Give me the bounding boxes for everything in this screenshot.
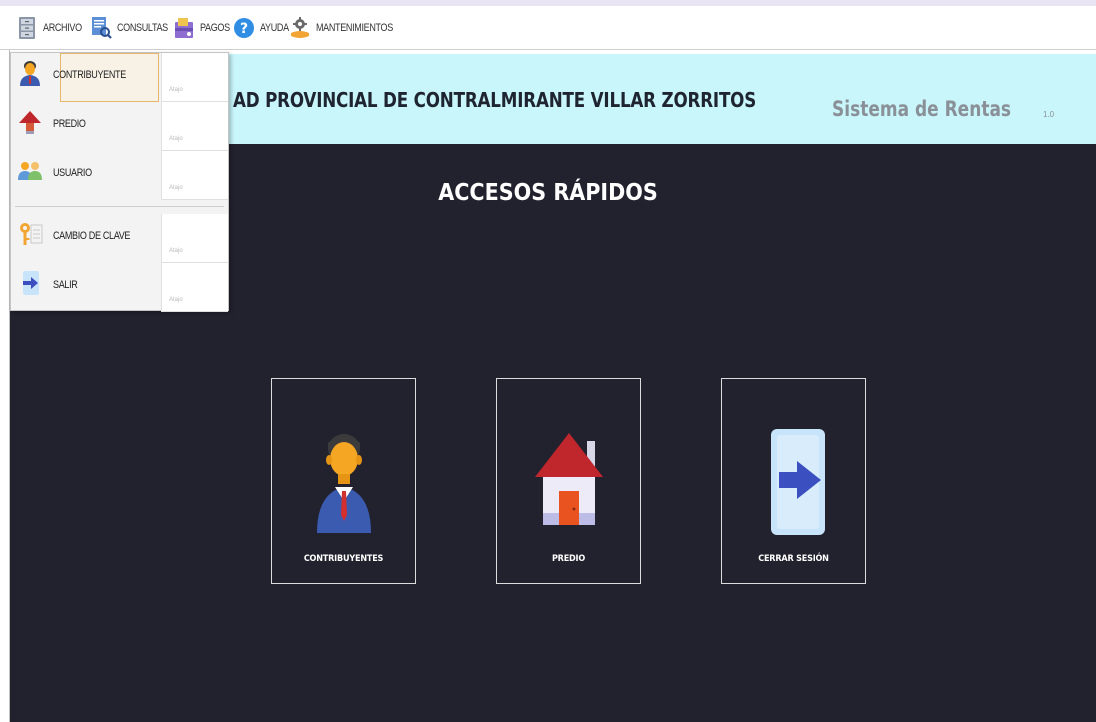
- dropdown-item-predio[interactable]: PREDIO Atajo: [11, 102, 228, 151]
- menu-archivo[interactable]: ARCHIVO: [16, 16, 90, 40]
- menu-archivo-label: ARCHIVO: [43, 21, 82, 34]
- menu-consultas[interactable]: CONSULTAS: [90, 16, 179, 40]
- exit-arrow-icon: [23, 271, 39, 295]
- svg-text:?: ?: [240, 21, 248, 37]
- institution-title: AD PROVINCIAL DE CONTRALMIRANTE VILLAR Z…: [233, 88, 757, 112]
- archivo-dropdown-menu: CONTRIBUYENTE Atajo PREDIO Atajo USUARIO…: [10, 52, 229, 312]
- menu-consultas-label: CONSULTAS: [117, 21, 169, 34]
- tile-cerrar-sesion-label: CERRAR SESIÓN: [758, 554, 829, 564]
- menu-ayuda-label: AYUDA: [259, 21, 289, 34]
- menubar: ARCHIVO CONSULTAS PAGOS ? AYUDA MANTENIM…: [0, 6, 1096, 50]
- system-name: Sistema de Rentas: [832, 97, 1012, 121]
- tile-predio[interactable]: PREDIO: [496, 378, 641, 584]
- tile-cerrar-sesion[interactable]: CERRAR SESIÓN: [721, 378, 866, 584]
- dropdown-item-salir[interactable]: SALIR Atajo: [11, 263, 228, 312]
- menu-pagos[interactable]: PAGOS: [173, 16, 236, 40]
- shortcut-hint: Atajo: [169, 297, 183, 303]
- shortcut-hint: Atajo: [169, 136, 183, 142]
- document-search-icon: [92, 16, 113, 39]
- shortcut-cell: [161, 53, 228, 102]
- help-icon: ?: [233, 17, 254, 38]
- house-up-icon: [19, 111, 41, 134]
- key-icon: [20, 223, 43, 245]
- dropdown-item-cambio-de-clave[interactable]: CAMBIO DE CLAVE Atajo: [11, 214, 228, 263]
- menu-mantenimientos[interactable]: MANTENIMIENTOS: [289, 16, 410, 40]
- shortcut-cell: [161, 214, 228, 263]
- system-version: 1.0: [1043, 110, 1055, 119]
- dropdown-item-label: CONTRIBUYENTE: [53, 69, 126, 81]
- shortcut-hint: Atajo: [169, 185, 183, 191]
- dropdown-item-usuario[interactable]: USUARIO Atajo: [11, 151, 228, 200]
- menu-ayuda[interactable]: ? AYUDA: [233, 16, 295, 40]
- person-icon: [20, 61, 40, 86]
- menu-mantenimientos-label: MANTENIMIENTOS: [315, 21, 393, 34]
- dropdown-item-label: USUARIO: [53, 167, 92, 179]
- shortcut-cell: [161, 102, 228, 151]
- menu-separator: [15, 206, 224, 207]
- payments-icon: [175, 17, 194, 38]
- menu-pagos-label: PAGOS: [200, 21, 231, 34]
- shortcut-cell: [161, 263, 228, 312]
- shortcut-cell: [161, 151, 228, 200]
- tile-contribuyentes[interactable]: CONTRIBUYENTES: [271, 378, 416, 584]
- logout-door-icon: [770, 429, 825, 535]
- users-icon: [18, 162, 42, 180]
- maintenance-gear-icon: [290, 16, 309, 38]
- archive-cabinet-icon: [19, 16, 35, 39]
- contributor-person-icon: [316, 434, 371, 533]
- window-left-edge: [0, 50, 10, 722]
- dropdown-item-label: PREDIO: [53, 118, 86, 130]
- dropdown-item-contribuyente[interactable]: CONTRIBUYENTE Atajo: [11, 53, 228, 102]
- shortcut-hint: Atajo: [169, 87, 183, 93]
- tile-contribuyentes-label: CONTRIBUYENTES: [303, 554, 384, 564]
- shortcut-hint: Atajo: [169, 248, 183, 254]
- house-icon: [534, 433, 603, 525]
- dropdown-item-label: CAMBIO DE CLAVE: [53, 230, 131, 242]
- tile-predio-label: PREDIO: [551, 554, 586, 564]
- dropdown-item-label: SALIR: [53, 279, 78, 291]
